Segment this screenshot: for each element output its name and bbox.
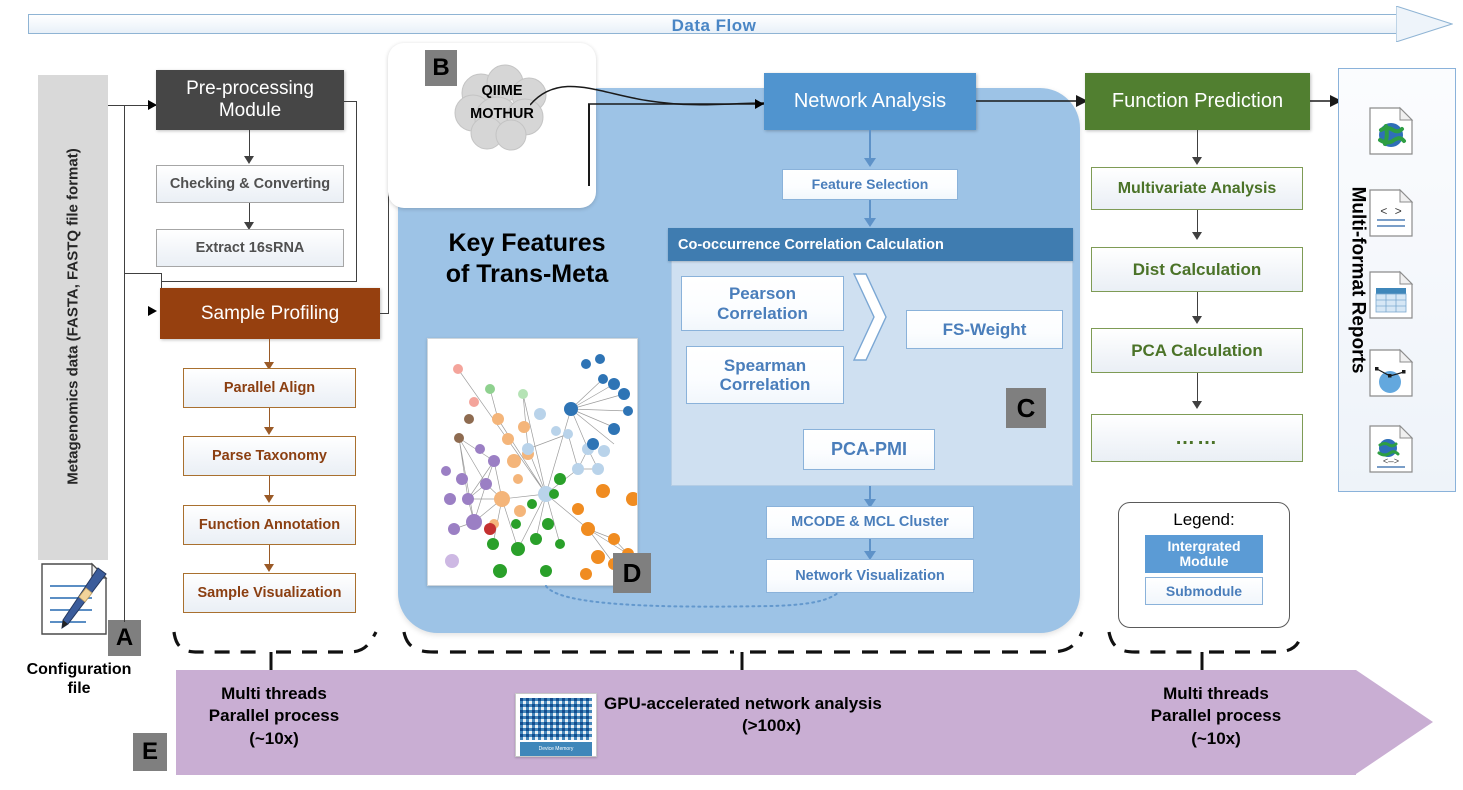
arrow-fp-4 <box>1192 401 1202 409</box>
arrow-na-1 <box>864 158 876 167</box>
connector-pre-loop-bottom <box>162 281 357 282</box>
legend-title: Legend: <box>1173 510 1235 529</box>
connector-input-vertical <box>124 105 125 305</box>
performance-right-text: Multi threads Parallel process (~10x) <box>1150 684 1282 748</box>
brace-function <box>1107 631 1304 672</box>
submodule-dist-calculation[interactable]: Dist Calculation <box>1091 247 1303 292</box>
svg-text:< >: < > <box>1380 205 1402 219</box>
connector-to-sample-profiling-h <box>124 273 162 274</box>
submodule-more[interactable]: …… <box>1091 414 1303 462</box>
connector-pre-loop-top <box>344 101 357 102</box>
multiformat-reports-label: Multi-format Reports <box>1347 186 1369 374</box>
submodule-function-annotation[interactable]: Function Annotation <box>183 505 356 545</box>
chart-document-icon <box>1369 348 1414 397</box>
connector-fp-1 <box>1197 130 1198 159</box>
tag-e: E <box>133 733 167 771</box>
submodule-fs-weight[interactable]: FS-Weight <box>906 310 1063 349</box>
connector-pre-1 <box>249 130 250 158</box>
configuration-file-label: Configuration file <box>26 661 132 698</box>
arrow-sp-4 <box>264 564 274 572</box>
arrow-into-network-analysis <box>755 99 764 109</box>
submodule-pearson-correlation[interactable]: Pearson Correlation <box>681 276 844 331</box>
connector-profiling-right-v <box>388 185 389 313</box>
key-features-title: Key Features of Trans-Meta <box>445 229 609 288</box>
chevron-right-icon <box>852 273 887 361</box>
connector-pre-loop-v <box>356 101 357 281</box>
configuration-file-icon <box>41 562 108 635</box>
connector-fp-4 <box>1197 373 1198 403</box>
brace-preprocessing <box>172 631 378 672</box>
gpu-chip-memory-label: Device Memory <box>520 742 592 756</box>
legend-submodule-swatch: Submodule <box>1145 577 1263 605</box>
data-flow-arrowhead-icon <box>1396 6 1453 42</box>
arrow-fp-3 <box>1192 316 1202 324</box>
submodule-parse-taxonomy[interactable]: Parse Taxonomy <box>183 436 356 476</box>
arrow-na-2 <box>864 218 876 227</box>
arrow-fp-2 <box>1192 232 1202 240</box>
function-prediction-header[interactable]: Function Prediction <box>1085 73 1310 130</box>
svg-text:<—>: <—> <box>1383 457 1399 467</box>
connector-profiling-to-network <box>588 103 768 105</box>
table-document-icon <box>1369 270 1414 319</box>
submodule-spearman-correlation[interactable]: Spearman Correlation <box>686 346 844 404</box>
connector-profiling-riser <box>588 104 590 186</box>
performance-arrow-tip <box>1356 670 1433 774</box>
submodule-checking-converting[interactable]: Checking & Converting <box>156 165 344 203</box>
submodule-feature-selection[interactable]: Feature Selection <box>782 169 958 200</box>
cooccurrence-header: Co-occurrence Correlation Calculation <box>668 228 1073 261</box>
submodule-pca-calculation[interactable]: PCA Calculation <box>1091 328 1303 373</box>
connector-fp-3 <box>1197 292 1198 318</box>
connector-fp-2 <box>1197 210 1198 234</box>
submodule-parallel-align[interactable]: Parallel Align <box>183 368 356 408</box>
web-document-icon: <—> <box>1369 424 1414 473</box>
submodule-multivariate-analysis[interactable]: Multivariate Analysis <box>1091 167 1303 210</box>
performance-left-text: Multi threads Parallel process (~10x) <box>208 684 340 748</box>
network-analysis-header[interactable]: Network Analysis <box>764 73 976 130</box>
metagenomics-input-label: Metagenomics data (FASTA, FASTQ file for… <box>64 147 82 485</box>
connector-network-to-function <box>976 95 1088 107</box>
connector-na-1 <box>869 130 871 160</box>
submodule-mcode-mcl-cluster[interactable]: MCODE & MCL Cluster <box>766 506 974 539</box>
arrow-sp-3 <box>264 495 274 503</box>
network-graph-preview <box>427 338 638 586</box>
tag-c: C <box>1006 388 1046 428</box>
data-flow-arrow: Data Flow <box>28 6 1453 42</box>
arrow-pre-1 <box>244 156 254 164</box>
submodule-network-visualization[interactable]: Network Visualization <box>766 559 974 593</box>
arrow-into-sample-profiling <box>148 306 157 316</box>
connector-profiling-right-h <box>380 313 389 314</box>
performance-center-text: GPU-accelerated network analysis (>100x) <box>604 694 882 736</box>
connector-config-vertical <box>124 300 125 622</box>
submodule-extract-16srna[interactable]: Extract 16sRNA <box>156 229 344 267</box>
diagram-canvas: Data Flow Metagenomics data (FASTA, FAST… <box>0 0 1463 790</box>
tag-a: A <box>108 620 141 656</box>
brace-network <box>402 631 1084 672</box>
code-document-icon: < > <box>1369 188 1414 237</box>
submodule-sample-visualization[interactable]: Sample Visualization <box>183 573 356 613</box>
legend-box: Legend: Intergrated Module Submodule <box>1118 502 1290 628</box>
sample-profiling-header[interactable]: Sample Profiling <box>160 288 380 339</box>
data-flow-label: Data Flow <box>671 16 757 35</box>
connector-cloud-to-network <box>530 85 766 106</box>
arrow-sp-2 <box>264 427 274 435</box>
globe-document-icon <box>1369 106 1414 155</box>
arrow-fp-1 <box>1192 157 1202 165</box>
gpu-chip-icon: Device Memory <box>515 693 597 757</box>
submodule-pca-pmi[interactable]: PCA-PMI <box>803 429 935 470</box>
preprocessing-module-header[interactable]: Pre-processing Module <box>156 70 344 130</box>
metagenomics-input-bar: Metagenomics data (FASTA, FASTQ file for… <box>38 75 108 560</box>
legend-integrated-module-swatch: Intergrated Module <box>1145 535 1263 573</box>
